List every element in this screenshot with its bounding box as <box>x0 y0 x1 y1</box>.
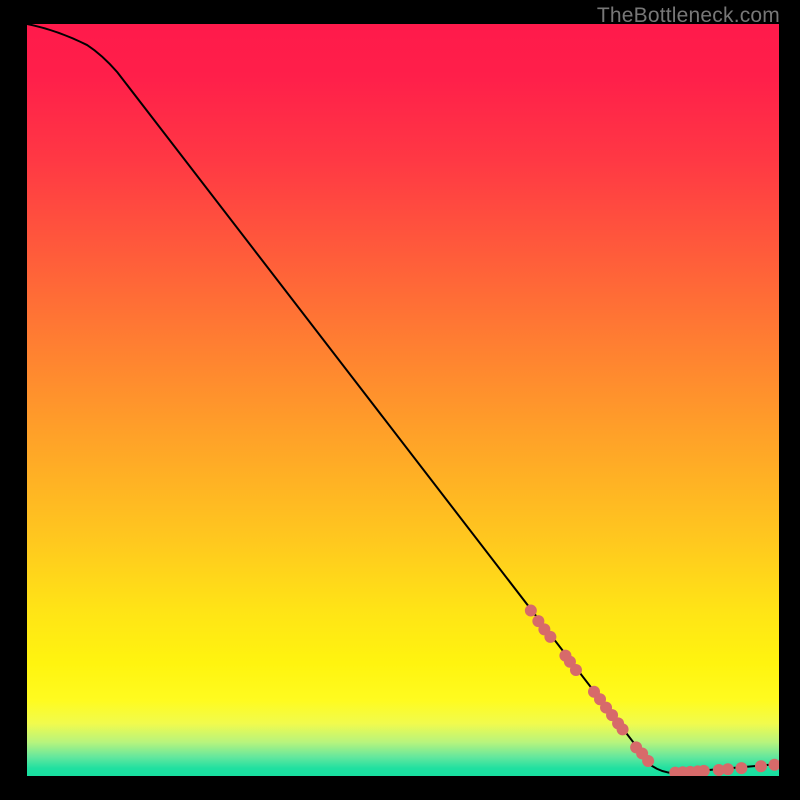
data-marker <box>612 717 624 729</box>
bottleneck-curve <box>27 24 779 773</box>
data-marker <box>698 765 710 776</box>
chart-plot-area <box>27 24 779 776</box>
data-marker <box>594 693 606 705</box>
chart-svg <box>27 24 779 776</box>
data-marker <box>532 615 544 627</box>
data-marker <box>642 755 654 767</box>
data-marker <box>564 656 576 668</box>
marker-group <box>525 605 779 776</box>
data-marker <box>617 723 629 735</box>
data-marker <box>588 686 600 698</box>
data-marker <box>559 650 571 662</box>
data-marker <box>768 759 779 771</box>
data-marker <box>606 709 618 721</box>
data-marker <box>669 767 681 776</box>
data-marker <box>722 763 734 775</box>
data-marker <box>570 664 582 676</box>
data-marker <box>677 766 689 776</box>
data-marker <box>630 741 642 753</box>
data-marker <box>636 747 648 759</box>
data-marker <box>525 605 537 617</box>
data-marker <box>538 623 550 635</box>
curve-group <box>27 24 779 773</box>
data-marker <box>755 760 767 772</box>
data-marker <box>684 766 696 776</box>
data-marker <box>713 764 725 776</box>
data-marker <box>692 765 704 776</box>
watermark-text: TheBottleneck.com <box>597 4 780 28</box>
chart-stage: TheBottleneck.com <box>0 0 800 800</box>
data-marker <box>544 631 556 643</box>
data-marker <box>735 762 747 774</box>
data-marker <box>600 702 612 714</box>
